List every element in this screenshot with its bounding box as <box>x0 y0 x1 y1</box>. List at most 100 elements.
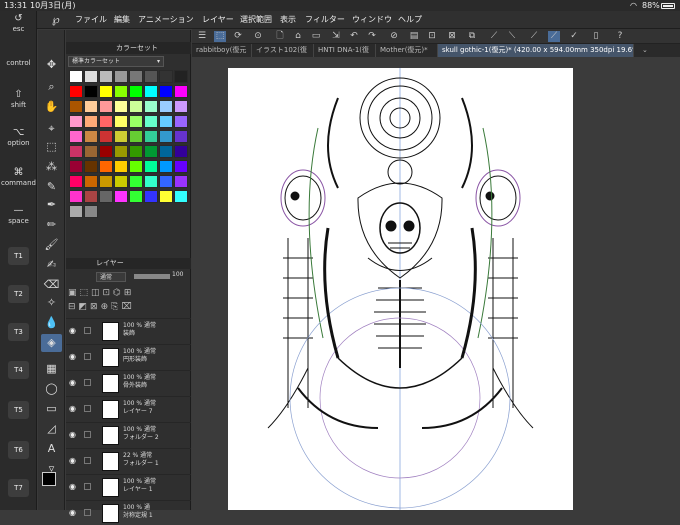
color-swatch[interactable] <box>129 130 143 143</box>
layer-row[interactable]: ◉ 100 % 通常 骨外装飾 <box>66 370 191 395</box>
open-icon[interactable]: ⌂ <box>292 31 304 42</box>
tab-hnti[interactable]: HNTI DNA-1(復 <box>314 44 376 57</box>
brush-icon[interactable]: 🖌 <box>41 236 62 254</box>
color-swatch[interactable] <box>114 190 128 203</box>
color-swatch-grid[interactable] <box>69 70 188 242</box>
chevron-down-icon[interactable]: ⌄ <box>638 44 652 57</box>
option-key[interactable]: ⌥ option <box>0 127 37 147</box>
layer-checkbox[interactable] <box>84 327 91 334</box>
color-swatch[interactable] <box>84 70 98 83</box>
ruler-snap-icon[interactable]: ⟋ <box>528 31 540 42</box>
fill-icon[interactable]: ◈ <box>41 334 62 352</box>
menu-animation[interactable]: アニメーション <box>138 11 194 29</box>
opacity-value[interactable]: 100 <box>172 271 183 278</box>
color-swatch[interactable] <box>69 205 83 218</box>
color-swatch[interactable] <box>84 145 98 158</box>
eye-icon[interactable]: ◉ <box>69 482 76 491</box>
color-swatch[interactable] <box>174 190 188 203</box>
shift-key[interactable]: ⇧ shift <box>0 89 37 109</box>
clear-icon[interactable]: ⊘ <box>388 31 400 42</box>
save-icon[interactable]: ▭ <box>310 31 322 42</box>
color-swatch[interactable] <box>174 100 188 113</box>
layer-checkbox[interactable] <box>84 509 91 516</box>
menu-window[interactable]: ウィンドウ <box>352 11 392 29</box>
ruler-icon[interactable]: ◿ <box>41 420 62 438</box>
color-swatch[interactable] <box>99 130 113 143</box>
color-swatch[interactable] <box>159 145 173 158</box>
color-swatch[interactable] <box>69 145 83 158</box>
zoom-icon[interactable]: ⌕ <box>41 78 62 96</box>
color-swatch[interactable] <box>114 115 128 128</box>
color-swatch[interactable] <box>84 115 98 128</box>
transform-icon[interactable]: ⊡ <box>426 31 438 42</box>
color-swatch[interactable] <box>129 175 143 188</box>
layer-row[interactable]: ◉ 22 % 通常 フォルダー 1 <box>66 448 191 473</box>
layer-row[interactable]: ◉ 100 % 通常 円形装飾 <box>66 344 191 369</box>
color-swatch[interactable] <box>84 205 98 218</box>
display-icon[interactable]: ⊙ <box>252 31 264 42</box>
color-swatch[interactable] <box>99 160 113 173</box>
t1-key[interactable]: T1 <box>8 247 29 265</box>
import-icon[interactable]: ⇲ <box>330 31 342 42</box>
color-swatch[interactable] <box>99 145 113 158</box>
redo-icon[interactable]: ↷ <box>366 31 378 42</box>
special-ruler-icon[interactable]: ⟋ <box>548 31 560 42</box>
color-swatch[interactable] <box>129 85 143 98</box>
tab-skull-gothic[interactable]: skull gothic-1(復元)* (420.00 x 594.00mm 3… <box>438 44 634 57</box>
color-swatch[interactable] <box>114 70 128 83</box>
color-swatch[interactable] <box>159 175 173 188</box>
color-swatch[interactable] <box>114 85 128 98</box>
drop-icon[interactable]: 💧 <box>41 314 62 332</box>
color-swatch[interactable] <box>159 115 173 128</box>
magic-wand-icon[interactable]: ⁂ <box>41 158 62 176</box>
layer-row[interactable]: ◉ 100 % 通常 装飾 <box>66 318 191 343</box>
main-color-swatch[interactable] <box>42 472 56 486</box>
layer-row[interactable]: ◉ 100 % 通常 レイヤー 7 <box>66 396 191 421</box>
color-swatch[interactable] <box>129 190 143 203</box>
color-swatch[interactable] <box>99 175 113 188</box>
layer-checkbox[interactable] <box>84 405 91 412</box>
text-icon[interactable]: A <box>41 440 62 458</box>
color-swatch[interactable] <box>69 160 83 173</box>
t3-key[interactable]: T3 <box>8 323 29 341</box>
canvas-paper[interactable] <box>228 68 573 510</box>
color-swatch[interactable] <box>84 175 98 188</box>
tab-rabbitboy[interactable]: rabbitboy(復元 <box>192 44 252 57</box>
color-swatch[interactable] <box>174 175 188 188</box>
color-swatch[interactable] <box>144 160 158 173</box>
esc-key[interactable]: ↺ esc <box>0 13 37 33</box>
color-swatch[interactable] <box>144 130 158 143</box>
t4-key[interactable]: T4 <box>8 361 29 379</box>
color-swatch[interactable] <box>174 70 188 83</box>
color-swatch[interactable] <box>99 190 113 203</box>
color-swatch[interactable] <box>144 145 158 158</box>
menu-edit[interactable]: 編集 <box>114 11 130 29</box>
color-swatch[interactable] <box>114 100 128 113</box>
color-set-dropdown[interactable]: 標準カラーセット ▾ <box>68 56 164 67</box>
color-swatch[interactable] <box>144 85 158 98</box>
t2-key[interactable]: T2 <box>8 285 29 303</box>
color-swatch[interactable] <box>114 130 128 143</box>
color-swatch[interactable] <box>144 190 158 203</box>
menu-filter[interactable]: フィルター <box>305 11 345 29</box>
menu-icon[interactable]: ☰ <box>196 31 208 42</box>
new-icon[interactable]: 🗋 <box>274 31 286 42</box>
layer-checkbox[interactable] <box>84 483 91 490</box>
help-icon[interactable]: ? <box>614 31 626 42</box>
color-swatch[interactable] <box>69 130 83 143</box>
color-swatch[interactable] <box>84 190 98 203</box>
eye-icon[interactable]: ◉ <box>69 404 76 413</box>
layer-checkbox[interactable] <box>84 379 91 386</box>
color-swatch[interactable] <box>129 160 143 173</box>
rotate-icon[interactable]: ⟳ <box>232 31 244 42</box>
color-swatch[interactable] <box>129 115 143 128</box>
operation-icon[interactable]: ⌖ <box>41 120 62 138</box>
undo-icon[interactable]: ↶ <box>348 31 360 42</box>
layer-row[interactable]: ◉ 100 % 通対称定規 1 <box>66 500 191 525</box>
snap-icon[interactable]: ⟋ <box>488 31 500 42</box>
device-icon[interactable]: ▯ <box>590 31 602 42</box>
menu-layer[interactable]: レイヤー <box>202 11 234 29</box>
invert-icon[interactable]: ⧉ <box>466 31 478 42</box>
color-swatch[interactable] <box>69 70 83 83</box>
color-swatch[interactable] <box>99 115 113 128</box>
